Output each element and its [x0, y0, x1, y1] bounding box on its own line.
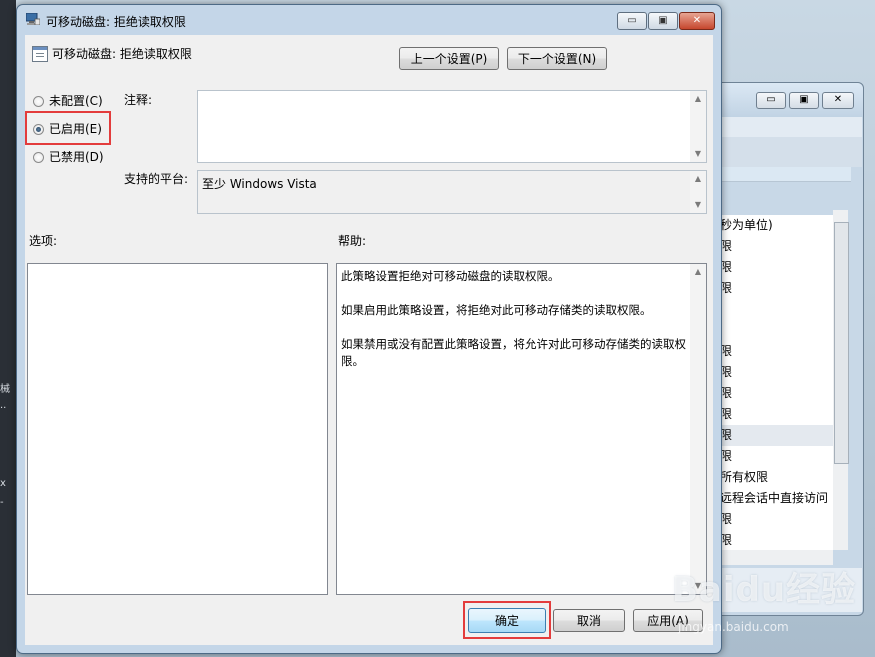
policy-app-icon: [26, 13, 40, 25]
minimize-button[interactable]: ▭: [617, 12, 647, 30]
help-label: 帮助:: [338, 234, 367, 248]
dialog-client-area: 可移动磁盘: 拒绝读取权限 上一个设置(P) 下一个设置(N) 未配置(C) 已…: [25, 35, 713, 645]
radio-label: 未配置(C): [49, 94, 103, 108]
background-close-button[interactable]: ✕: [822, 92, 854, 109]
options-label: 选项:: [29, 234, 58, 248]
radio-enabled[interactable]: 已启用(E): [33, 120, 102, 138]
background-toolbar: [702, 137, 862, 167]
help-paragraph: 此策略设置拒绝对可移动磁盘的读取权限。: [341, 269, 560, 283]
cancel-button[interactable]: 取消: [553, 609, 625, 632]
scroll-thumb[interactable]: [834, 222, 849, 464]
radio-label: 已禁用(D): [49, 150, 104, 164]
watermark-site: jingyan.baidu.com: [678, 620, 789, 634]
previous-setting-button[interactable]: 上一个设置(P): [399, 47, 499, 70]
scroll-down-arrow-icon[interactable]: ▼: [690, 197, 706, 213]
radio-circle[interactable]: [33, 152, 44, 163]
background-window[interactable]: ▭ ▣ ✕ 秒为单位) 限限限限限限限限限所有权限 远程会话中直接访问限限: [700, 82, 864, 616]
options-panel[interactable]: [27, 263, 328, 595]
radio-circle[interactable]: [33, 96, 44, 107]
background-menubar: [702, 117, 862, 137]
comment-label: 注释:: [124, 93, 153, 107]
policy-name: 可移动磁盘: 拒绝读取权限: [52, 47, 192, 61]
desktop-glyph: ..: [0, 400, 7, 411]
platform-scrollbar[interactable]: ▲ ▼: [690, 171, 706, 213]
comment-scrollbar[interactable]: ▲ ▼: [690, 91, 706, 162]
scroll-up-arrow-icon[interactable]: ▲: [690, 171, 706, 187]
background-minimize-button[interactable]: ▭: [756, 92, 786, 109]
background-maximize-button[interactable]: ▣: [789, 92, 819, 109]
policy-setting-icon: [32, 46, 48, 62]
platform-value: 至少 Windows Vista: [202, 177, 317, 191]
scroll-up-arrow-icon[interactable]: ▲: [690, 91, 706, 107]
scroll-down-arrow-icon[interactable]: ▼: [690, 146, 706, 162]
radio-label: 已启用(E): [49, 122, 102, 136]
desktop-left-strip: 械 .. x -: [0, 0, 16, 657]
help-scrollbar[interactable]: ▲ ▼: [690, 264, 706, 594]
help-paragraph: 如果启用此策略设置，将拒绝对此可移动存储类的读取权限。: [341, 303, 652, 317]
radio-not-configured[interactable]: 未配置(C): [33, 92, 103, 110]
background-list-header: [702, 167, 851, 182]
help-paragraph: 如果禁用或没有配置此策略设置，将允许对此可移动存储类的读取权限。: [341, 337, 686, 368]
help-text: 此策略设置拒绝对可移动磁盘的读取权限。 如果启用此策略设置，将拒绝对此可移动存储…: [341, 268, 686, 387]
scroll-up-arrow-icon[interactable]: ▲: [690, 264, 706, 280]
close-button[interactable]: ✕: [679, 12, 715, 30]
help-panel[interactable]: 此策略设置拒绝对可移动磁盘的读取权限。 如果启用此策略设置，将拒绝对此可移动存储…: [336, 263, 707, 595]
radio-disabled[interactable]: 已禁用(D): [33, 148, 104, 166]
platform-field[interactable]: 至少 Windows Vista ▲ ▼: [197, 170, 707, 214]
radio-circle-selected[interactable]: [33, 124, 44, 135]
titlebar[interactable]: 可移动磁盘: 拒绝读取权限 ▭ ▣ ✕: [17, 5, 721, 35]
comment-textarea[interactable]: ▲ ▼: [197, 90, 707, 163]
policy-dialog: 可移动磁盘: 拒绝读取权限 ▭ ▣ ✕ 可移动磁盘: 拒绝读取权限 上一个设置(…: [16, 4, 722, 654]
background-vertical-scrollbar[interactable]: [833, 210, 849, 550]
platform-label: 支持的平台:: [124, 172, 189, 186]
window-title: 可移动磁盘: 拒绝读取权限: [46, 15, 186, 29]
desktop-glyph: x: [0, 478, 6, 489]
maximize-button[interactable]: ▣: [648, 12, 678, 30]
baidu-watermark-logo: Baidu经验: [672, 570, 857, 610]
next-setting-button[interactable]: 下一个设置(N): [507, 47, 607, 70]
desktop-glyph: -: [0, 497, 4, 508]
ok-button[interactable]: 确定: [468, 608, 546, 633]
desktop-glyph: 械: [0, 384, 10, 395]
